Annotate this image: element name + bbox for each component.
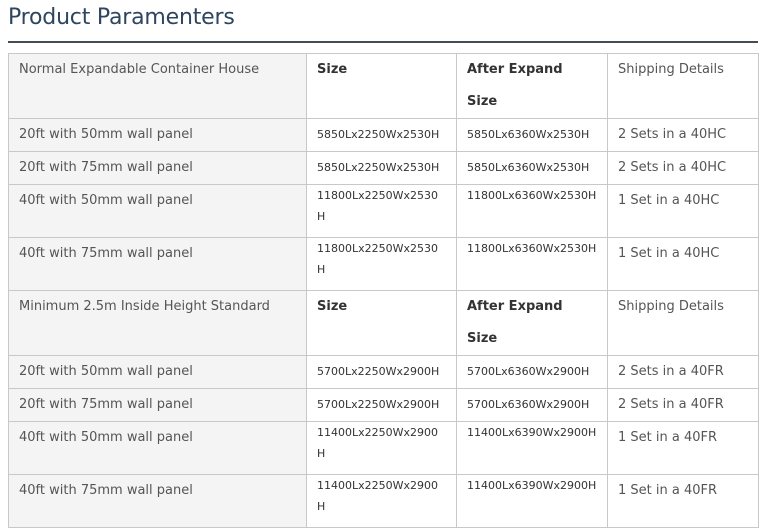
- header-after-expand-size: After Expand Size: [456, 53, 608, 119]
- row-name: 40ft with 75mm wall panel: [8, 237, 307, 291]
- row-shipping: 2 Sets in a 40HC: [607, 151, 759, 185]
- row-size: 11400Lx2250Wx2900H: [306, 474, 457, 528]
- row-name: 40ft with 50mm wall panel: [8, 421, 307, 475]
- table-row: 20ft with 75mm wall panel 5700Lx2250Wx29…: [8, 388, 759, 422]
- row-name: 20ft with 50mm wall panel: [8, 118, 307, 152]
- row-name: 40ft with 75mm wall panel: [8, 474, 307, 528]
- row-size: 5850Lx2250Wx2530H: [306, 118, 457, 152]
- row-size: 5700Lx2250Wx2900H: [306, 388, 457, 422]
- row-name: 40ft with 50mm wall panel: [8, 184, 307, 238]
- header-size: Size: [306, 53, 457, 119]
- header-category: Minimum 2.5m Inside Height Standard: [8, 290, 307, 356]
- table-header-row: Minimum 2.5m Inside Height Standard Size…: [8, 290, 759, 356]
- row-after-expand-size: 5850Lx6360Wx2530H: [456, 118, 608, 152]
- row-size: 11800Lx2250Wx2530H: [306, 184, 457, 238]
- row-after-expand-size: 5850Lx6360Wx2530H: [456, 151, 608, 185]
- row-after-expand-size: 11400Lx6390Wx2900H: [456, 474, 608, 528]
- header-size: Size: [306, 290, 457, 356]
- table-row: 20ft with 50mm wall panel 5850Lx2250Wx25…: [8, 118, 759, 152]
- row-after-expand-size: 11800Lx6360Wx2530H: [456, 184, 608, 238]
- row-after-expand-size: 11800Lx6360Wx2530H: [456, 237, 608, 291]
- row-shipping: 2 Sets in a 40FR: [607, 388, 759, 422]
- row-after-expand-size: 11400Lx6390Wx2900H: [456, 421, 608, 475]
- table-row: 40ft with 75mm wall panel 11800Lx2250Wx2…: [8, 237, 759, 291]
- row-after-expand-size: 5700Lx6360Wx2900H: [456, 355, 608, 389]
- table-header-row: Normal Expandable Container House Size A…: [8, 53, 759, 119]
- table-row: 40ft with 75mm wall panel 11400Lx2250Wx2…: [8, 474, 759, 528]
- header-shipping-details: Shipping Details: [607, 53, 759, 119]
- title-divider: [8, 41, 758, 43]
- row-shipping: 1 Set in a 40HC: [607, 237, 759, 291]
- row-size: 5700Lx2250Wx2900H: [306, 355, 457, 389]
- row-size: 11400Lx2250Wx2900H: [306, 421, 457, 475]
- table-row: 20ft with 50mm wall panel 5700Lx2250Wx29…: [8, 355, 759, 389]
- header-category: Normal Expandable Container House: [8, 53, 307, 119]
- table-row: 40ft with 50mm wall panel 11400Lx2250Wx2…: [8, 421, 759, 475]
- page-title: Product Paramenters: [8, 5, 235, 30]
- row-name: 20ft with 75mm wall panel: [8, 388, 307, 422]
- row-size: 5850Lx2250Wx2530H: [306, 151, 457, 185]
- row-shipping: 1 Set in a 40FR: [607, 474, 759, 528]
- table-row: 20ft with 75mm wall panel 5850Lx2250Wx25…: [8, 151, 759, 185]
- row-name: 20ft with 50mm wall panel: [8, 355, 307, 389]
- row-shipping: 1 Set in a 40FR: [607, 421, 759, 475]
- product-parameters-table: Normal Expandable Container House Size A…: [8, 53, 759, 528]
- table-row: 40ft with 50mm wall panel 11800Lx2250Wx2…: [8, 184, 759, 238]
- row-after-expand-size: 5700Lx6360Wx2900H: [456, 388, 608, 422]
- row-shipping: 2 Sets in a 40FR: [607, 355, 759, 389]
- row-shipping: 1 Set in a 40HC: [607, 184, 759, 238]
- header-after-expand-size: After Expand Size: [456, 290, 608, 356]
- row-name: 20ft with 75mm wall panel: [8, 151, 307, 185]
- row-size: 11800Lx2250Wx2530H: [306, 237, 457, 291]
- row-shipping: 2 Sets in a 40HC: [607, 118, 759, 152]
- header-shipping-details: Shipping Details: [607, 290, 759, 356]
